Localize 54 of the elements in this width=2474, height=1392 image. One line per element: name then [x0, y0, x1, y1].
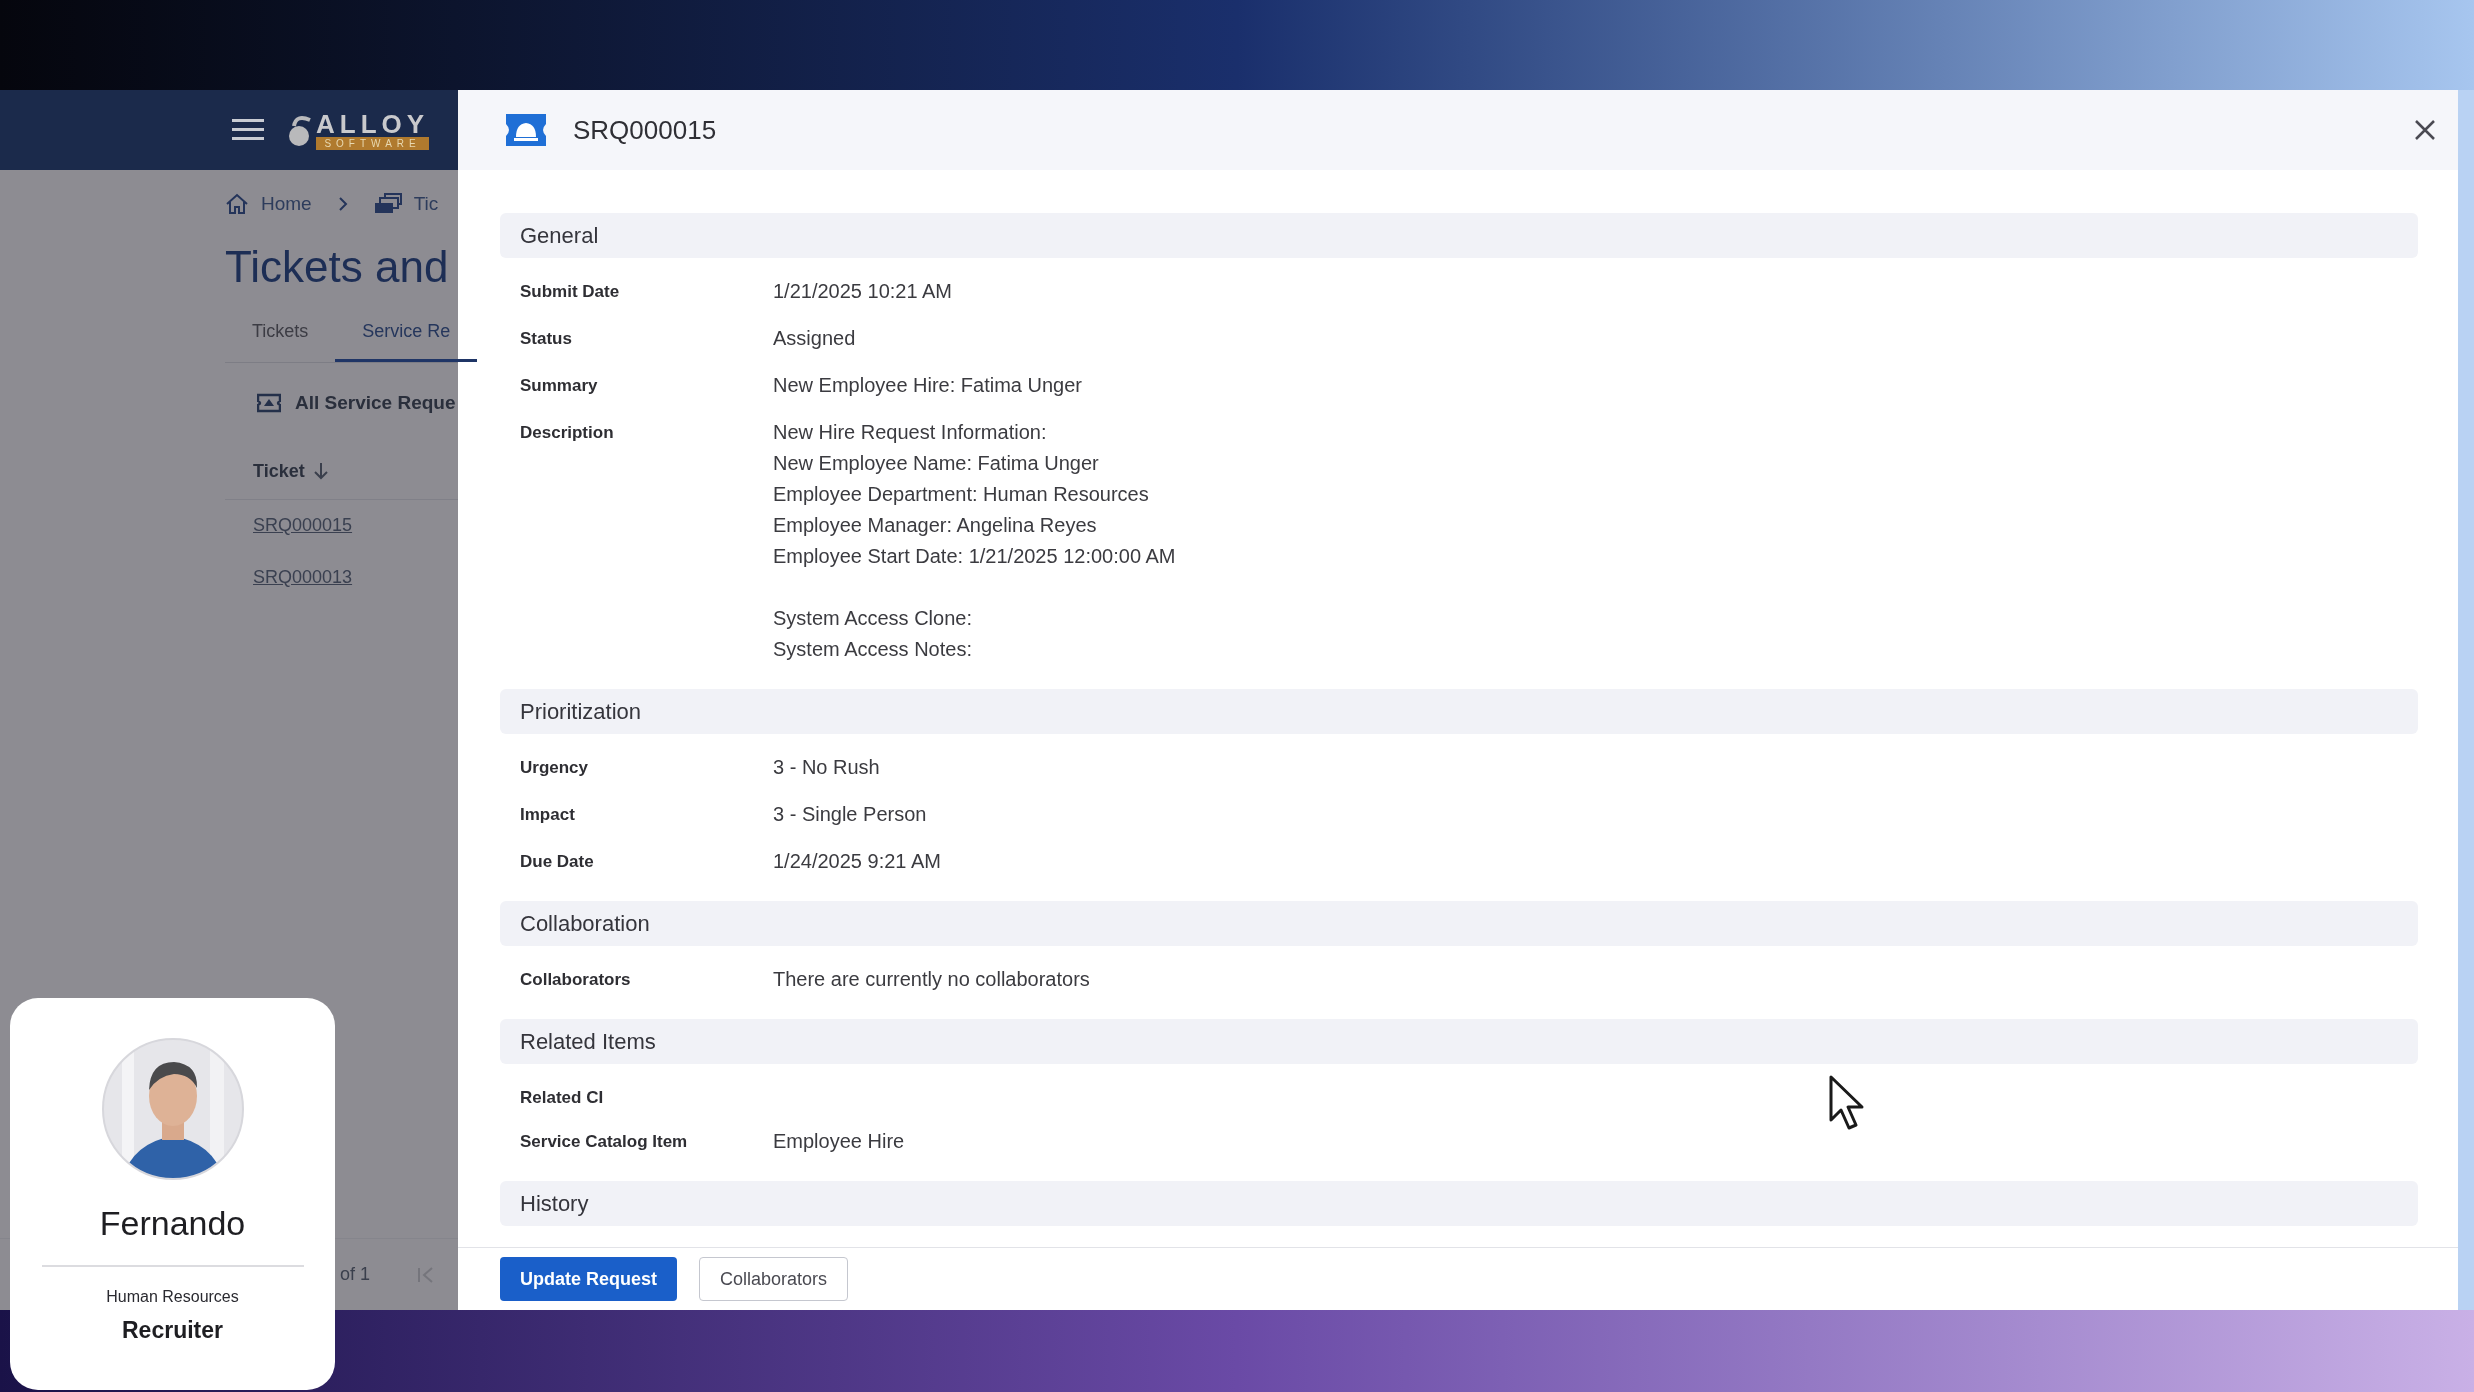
section-header: Related Items [500, 1019, 2418, 1064]
logo-wordmark: ALLOY [316, 110, 430, 137]
field-value: New Employee Hire: Fatima Unger [773, 373, 1082, 398]
ticket-link[interactable]: SRQ000015 [253, 512, 353, 539]
description-line: New Employee Name: Fatima Unger [773, 451, 1100, 476]
description-line: New Hire Request Information: [773, 420, 1048, 445]
field-value: There are currently no collaborators [773, 967, 1090, 992]
role-label: Recruiter [122, 1316, 223, 1345]
close-icon[interactable] [2414, 119, 2436, 141]
field-label: Summary [520, 376, 598, 395]
field-value: 3 - No Rush [773, 755, 880, 780]
description-line: System Access Clone: [773, 606, 973, 631]
logo-subtitle: SOFTWARE [316, 136, 430, 150]
home-icon [225, 193, 249, 215]
menu-icon[interactable] [232, 118, 264, 142]
breadcrumb-link[interactable]: Tic [413, 189, 439, 219]
page-title: Tickets and [225, 241, 450, 293]
description-line: Employee Start Date: 1/21/2025 12:00:00 AM [773, 544, 1176, 569]
field-value: 1/21/2025 10:21 AM [773, 279, 953, 304]
column-header[interactable]: Ticket [253, 457, 329, 485]
breadcrumb-link[interactable]: Home [261, 189, 312, 219]
field-label: Description [520, 423, 614, 442]
chevron-icon [337, 196, 348, 212]
section-header: General [500, 213, 2418, 258]
collaborators-button[interactable]: Collaborators [699, 1257, 849, 1301]
view-title: All Service Reque [295, 391, 456, 415]
field-value: Employee Hire [773, 1129, 905, 1154]
field-label: Related CI [520, 1088, 604, 1107]
section-header: Prioritization [500, 689, 2418, 734]
field-label: Service Catalog Item [520, 1132, 688, 1151]
field-label: Due Date [520, 852, 594, 871]
field-label: Status [520, 329, 572, 348]
ticket-icon [257, 393, 281, 414]
tickets-icon [373, 193, 402, 215]
page-count: of 1 [340, 1263, 371, 1286]
description-line: Employee Manager: Angelina Reyes [773, 513, 1098, 538]
field-value: 1/24/2025 9:21 AM [773, 849, 941, 874]
ticket-link[interactable]: SRQ000013 [253, 564, 353, 591]
tab[interactable]: Tickets [225, 314, 336, 362]
update-button[interactable]: Update Request [500, 1257, 678, 1301]
description-line: System Access Notes: [773, 637, 973, 662]
department-label: Human Resources [106, 1287, 239, 1307]
field-label: Submit Date [520, 282, 620, 301]
field-value: Assigned [773, 326, 856, 351]
field-value: 3 - Single Person [773, 802, 927, 827]
description-line: Employee Department: Human Resources [773, 482, 1150, 507]
section-header: History [500, 1181, 2418, 1226]
field-label: Collaborators [520, 970, 631, 989]
ticket-icon [503, 112, 549, 148]
field-label: Impact [520, 805, 575, 824]
field-label: Urgency [520, 758, 589, 777]
person-name: Fernando [99, 1203, 246, 1244]
dialog-title: SRQ000015 [573, 113, 717, 147]
section-header: Collaboration [500, 901, 2418, 946]
